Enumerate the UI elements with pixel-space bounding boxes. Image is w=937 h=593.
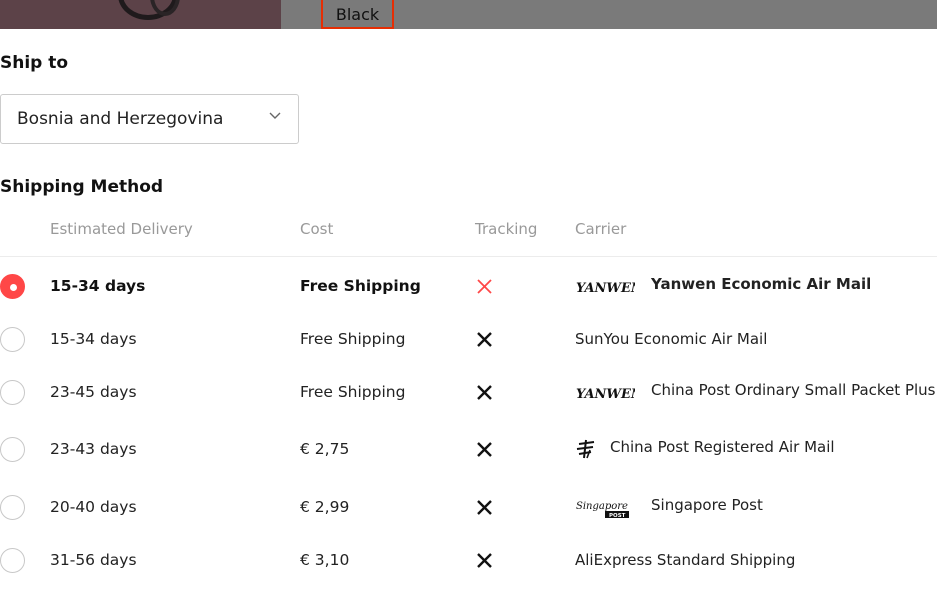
svg-text:YANWEN: YANWEN <box>576 281 635 296</box>
close-icon <box>477 442 492 457</box>
shipping-cost: € 2,75 <box>300 440 350 458</box>
carrier-name: Singapore Post <box>651 496 763 514</box>
close-icon <box>477 279 492 294</box>
delivery-time: 31-56 days <box>50 551 137 569</box>
close-icon <box>477 553 492 568</box>
ship-to-title: Ship to <box>0 53 69 73</box>
radio-icon[interactable] <box>0 495 25 520</box>
shipping-method-title: Shipping Method <box>0 177 164 197</box>
yanwen-logo: YANWEN <box>576 281 635 296</box>
shipping-table-header: Estimated Delivery Cost Tracking Carrier <box>0 217 937 257</box>
close-icon <box>477 385 492 400</box>
shipping-cost: € 2,99 <box>300 498 350 516</box>
shipping-cost: Free Shipping <box>300 330 406 348</box>
svg-text:YANWEN: YANWEN <box>576 387 635 402</box>
header-tracking: Tracking <box>475 220 538 238</box>
country-select[interactable]: Bosnia and Herzegovina <box>0 94 299 144</box>
color-option-selected[interactable]: Black <box>321 0 394 29</box>
singapore-post-logo: Singapore POST <box>576 501 629 519</box>
carrier-name: China Post Ordinary Small Packet Plus <box>651 381 936 399</box>
radio-icon[interactable] <box>0 327 25 352</box>
chevron-down-icon <box>269 112 281 119</box>
close-icon <box>477 500 492 515</box>
shipping-option-row[interactable]: 23-45 days Free Shipping YANWEN China Po… <box>0 372 937 412</box>
delivery-time: 15-34 days <box>50 330 137 348</box>
delivery-time: 15-34 days <box>50 277 146 295</box>
close-icon <box>477 332 492 347</box>
carrier-name: AliExpress Standard Shipping <box>575 551 796 569</box>
product-thumbnail <box>0 0 281 29</box>
shipping-option-row[interactable]: 20-40 days € 2,99 Singapore POST Singapo… <box>0 487 937 527</box>
radio-icon[interactable] <box>0 437 25 462</box>
radio-icon-selected[interactable] <box>0 274 25 299</box>
delivery-time: 23-45 days <box>50 383 137 401</box>
country-select-value: Bosnia and Herzegovina <box>17 109 224 129</box>
radio-icon[interactable] <box>0 548 25 573</box>
header-estimated-delivery: Estimated Delivery <box>50 220 193 238</box>
shipping-option-row[interactable]: 23-43 days € 2,75 China Post Registered … <box>0 429 937 469</box>
carrier-name: SunYou Economic Air Mail <box>575 330 768 348</box>
china-post-logo <box>576 439 595 459</box>
yanwen-logo: YANWEN <box>576 387 635 402</box>
shipping-cost: € 3,10 <box>300 551 350 569</box>
svg-text:POST: POST <box>609 513 626 519</box>
delivery-time: 20-40 days <box>50 498 137 516</box>
shipping-cost: Free Shipping <box>300 383 406 401</box>
shipping-option-row[interactable]: 31-56 days € 3,10 AliExpress Standard Sh… <box>0 540 937 580</box>
header-carrier: Carrier <box>575 220 627 238</box>
header-cost: Cost <box>300 220 334 238</box>
shipping-cost: Free Shipping <box>300 277 421 295</box>
carrier-name: China Post Registered Air Mail <box>610 438 835 456</box>
delivery-time: 23-43 days <box>50 440 137 458</box>
svg-text:Singapore: Singapore <box>576 501 628 512</box>
radio-icon[interactable] <box>0 380 25 405</box>
carrier-name: Yanwen Economic Air Mail <box>651 275 872 293</box>
shipping-option-row[interactable]: 15-34 days Free Shipping YANWEN Yanwen E… <box>0 266 937 306</box>
shipping-option-row[interactable]: 15-34 days Free Shipping SunYou Economic… <box>0 319 937 359</box>
